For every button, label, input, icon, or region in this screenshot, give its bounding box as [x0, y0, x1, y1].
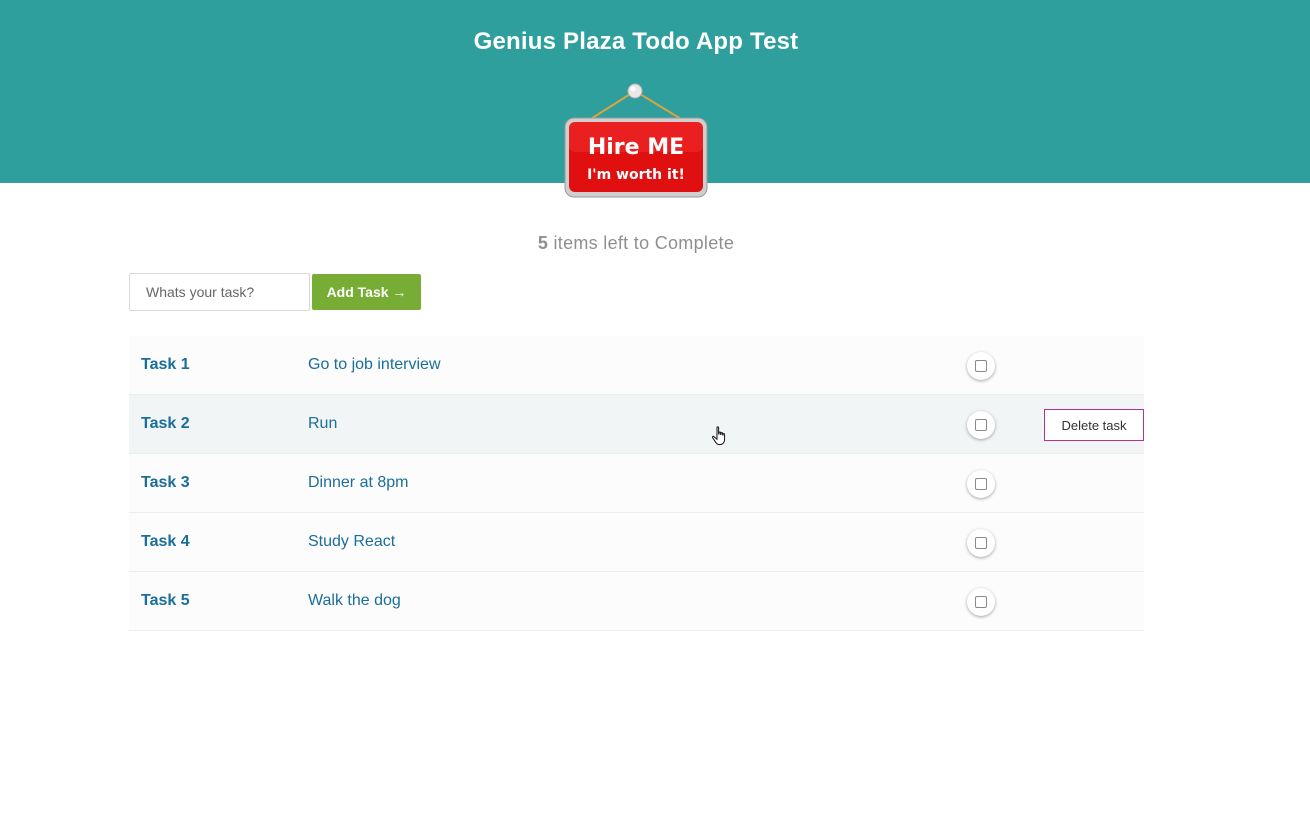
items-left-count: 5: [537, 233, 549, 253]
items-left-counter: 5 items left to Complete: [0, 233, 1272, 254]
header: Genius Plaza Todo App Test Hire ME I'm w…: [0, 0, 1310, 198]
checkbox-icon: [975, 419, 987, 431]
task-name: Task 1: [141, 356, 190, 373]
task-list: Task 1 Go to job interview Task 2 Run De…: [129, 336, 1144, 631]
task-description: Go to job interview: [308, 356, 441, 373]
task-name: Task 3: [141, 474, 190, 491]
task-row: Task 5 Walk the dog: [129, 572, 1144, 631]
task-description: Dinner at 8pm: [308, 474, 409, 491]
task-description: Study React: [308, 533, 396, 550]
checkbox-icon: [975, 537, 987, 549]
task-complete-checkbox[interactable]: [967, 352, 995, 380]
app-title: Genius Plaza Todo App Test: [473, 28, 799, 55]
hand-cursor-icon: [711, 426, 726, 445]
hire-me-sign: Hire ME I'm worth it!: [564, 83, 708, 198]
task-name: Task 5: [141, 592, 190, 609]
items-left-label: items left to Complete: [553, 233, 735, 253]
task-row: Task 2 Run Delete task: [129, 395, 1144, 454]
delete-task-button[interactable]: Delete task: [1044, 409, 1144, 441]
task-input[interactable]: [129, 273, 310, 311]
add-task-button[interactable]: Add Task →: [312, 274, 421, 310]
checkbox-icon: [975, 360, 987, 372]
checkbox-icon: [975, 596, 987, 608]
task-complete-checkbox[interactable]: [967, 411, 995, 439]
sign-line-2: I'm worth it!: [587, 167, 685, 183]
checkbox-icon: [975, 478, 987, 490]
task-description: Run: [308, 415, 338, 432]
task-complete-checkbox[interactable]: [967, 470, 995, 498]
task-row: Task 4 Study React: [129, 513, 1144, 572]
task-complete-checkbox[interactable]: [967, 529, 995, 557]
task-name: Task 4: [141, 533, 190, 550]
task-description: Walk the dog: [308, 592, 401, 609]
sign-line-1: Hire ME: [588, 135, 684, 160]
task-name: Task 2: [141, 415, 190, 432]
task-row: Task 3 Dinner at 8pm: [129, 454, 1144, 513]
task-complete-checkbox[interactable]: [967, 588, 995, 616]
task-row: Task 1 Go to job interview: [129, 336, 1144, 395]
